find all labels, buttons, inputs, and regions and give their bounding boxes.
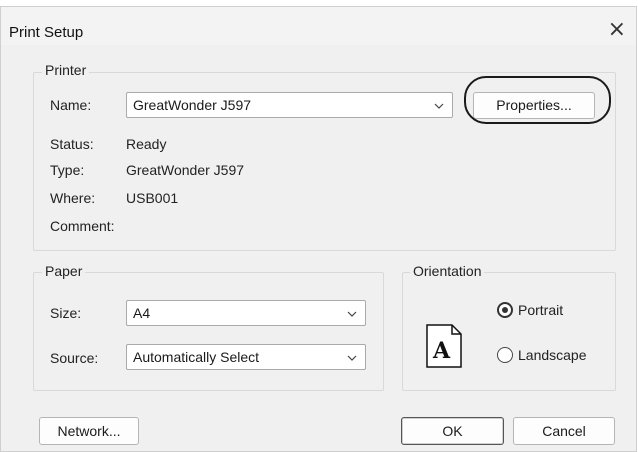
title-bar: Print Setup ×: [1, 7, 636, 45]
paper-size-label: Size:: [50, 305, 82, 321]
type-label: Type:: [50, 162, 85, 178]
printer-group-legend: Printer: [42, 62, 90, 78]
close-icon[interactable]: ×: [608, 19, 626, 41]
where-label: Where:: [50, 190, 96, 206]
paper-source-value: Automatically Select: [133, 349, 260, 365]
paper-group-legend: Paper: [42, 263, 86, 279]
portrait-radio[interactable]: [497, 302, 513, 318]
type-value: GreatWonder J597: [126, 162, 245, 178]
ok-button[interactable]: OK: [401, 417, 504, 445]
chevron-down-icon: [347, 311, 357, 317]
paper-size-value: A4: [133, 305, 151, 321]
network-button-label: Network...: [57, 423, 121, 439]
ok-button-label: OK: [442, 423, 463, 439]
network-button[interactable]: Network...: [39, 417, 139, 445]
status-value: Ready: [126, 136, 167, 152]
dialog-title: Print Setup: [9, 24, 84, 41]
chevron-down-icon: [347, 355, 357, 361]
portrait-page-icon: A: [426, 324, 462, 368]
cancel-button[interactable]: Cancel: [513, 417, 615, 445]
status-label: Status:: [50, 136, 94, 152]
printer-name-dropdown[interactable]: GreatWonder J597: [126, 92, 453, 118]
paper-size-dropdown[interactable]: A4: [126, 300, 366, 326]
chevron-down-icon: [434, 103, 444, 109]
portrait-label[interactable]: Portrait: [518, 302, 563, 318]
cancel-button-label: Cancel: [542, 423, 586, 439]
portrait-page-letter: A: [432, 338, 451, 364]
comment-label: Comment:: [50, 218, 115, 234]
printer-name-label: Name:: [50, 97, 92, 113]
paper-group: [33, 272, 384, 391]
highlight-annotation: [464, 76, 611, 124]
where-value: USB001: [126, 190, 179, 206]
landscape-radio[interactable]: [497, 347, 513, 363]
paper-source-dropdown[interactable]: Automatically Select: [126, 344, 366, 370]
landscape-label[interactable]: Landscape: [518, 347, 587, 363]
paper-source-label: Source:: [50, 350, 99, 366]
printer-name-value: GreatWonder J597: [133, 97, 252, 113]
orientation-group-legend: Orientation: [410, 263, 485, 279]
